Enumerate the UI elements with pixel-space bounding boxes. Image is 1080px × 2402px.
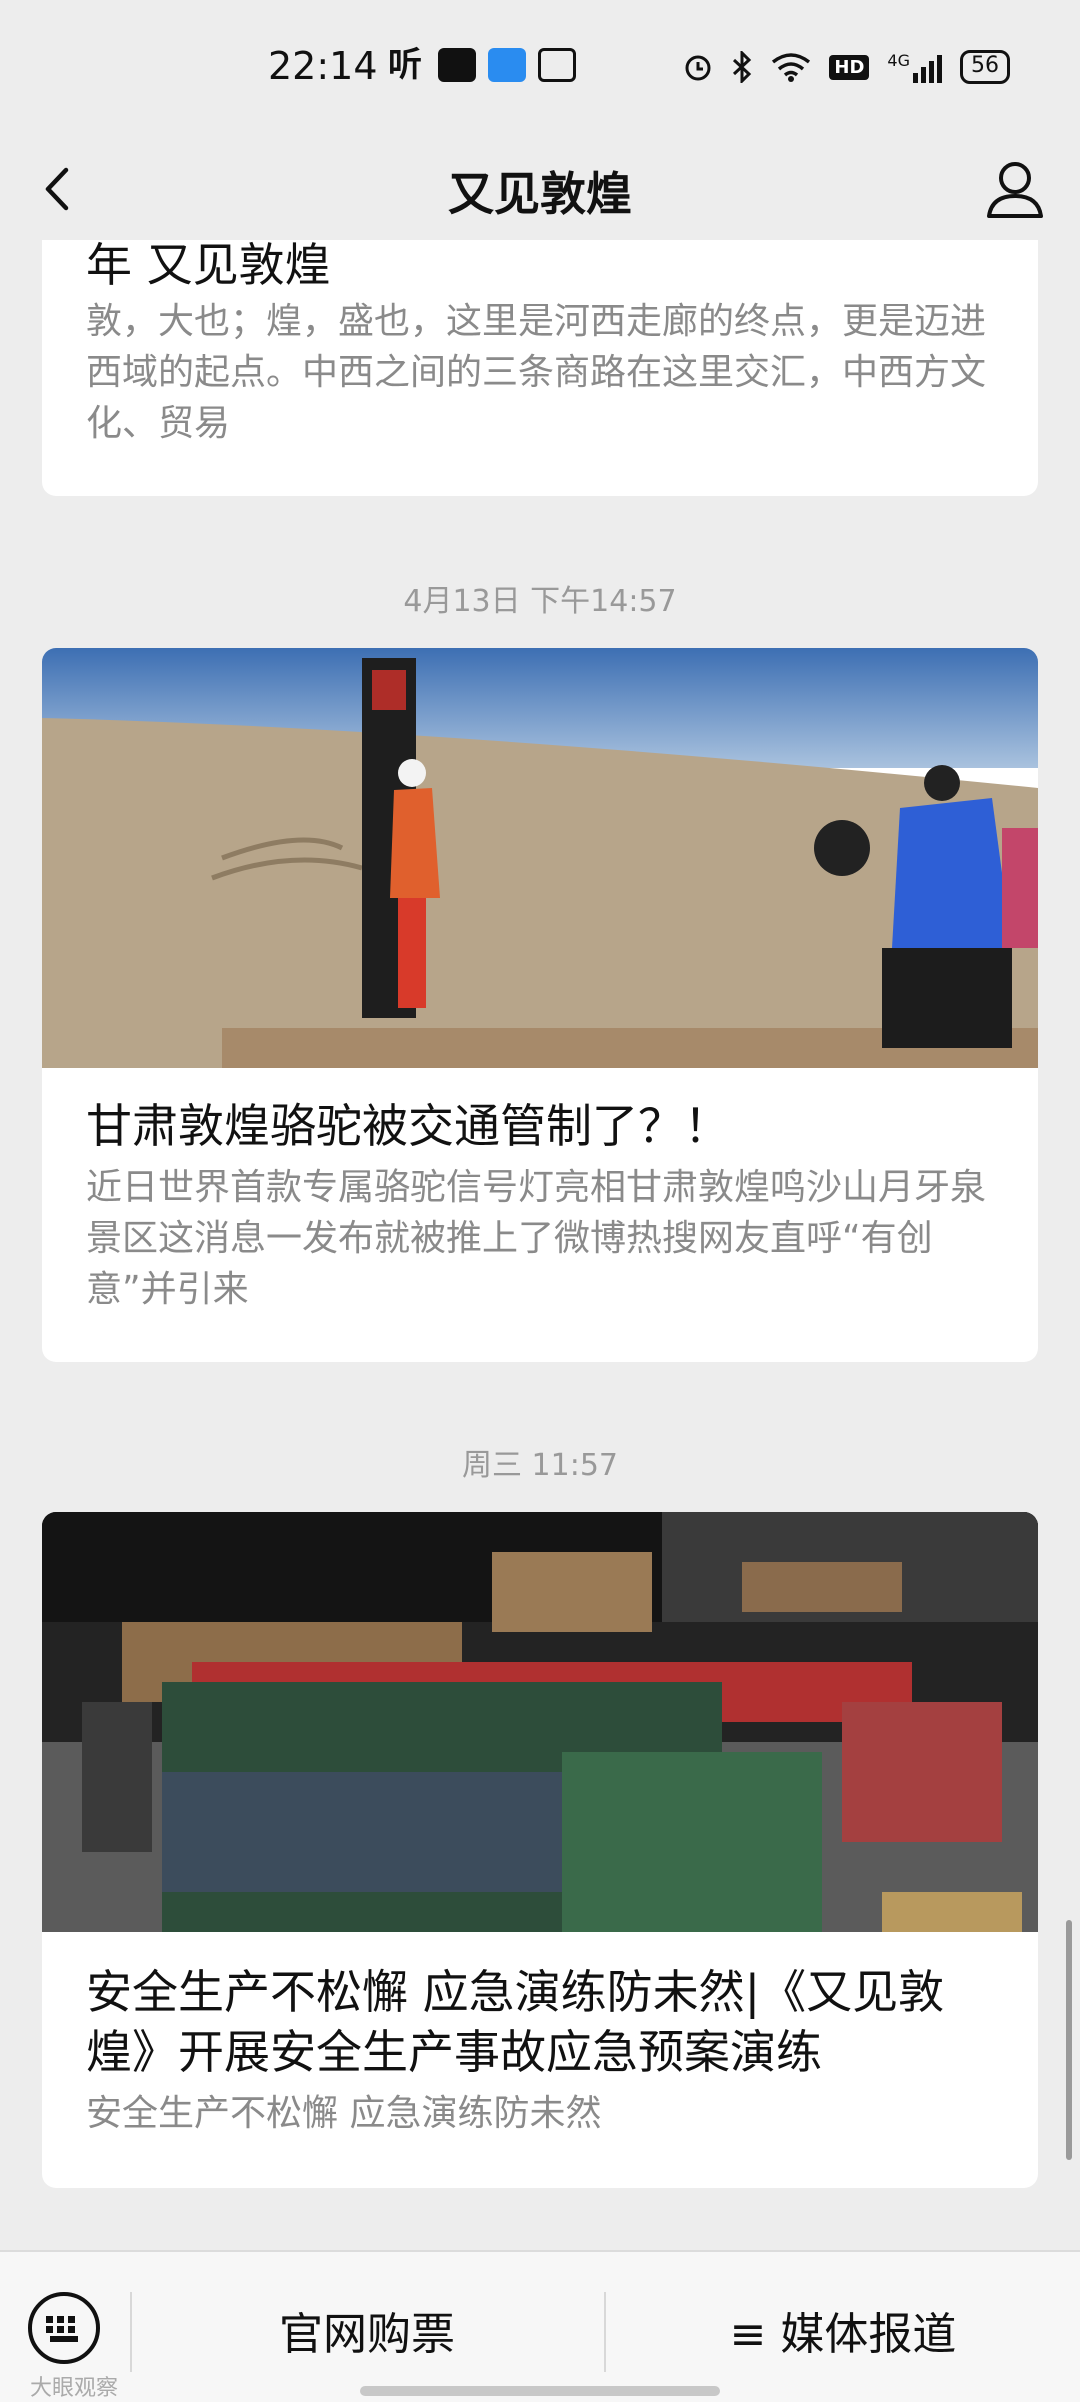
article-title: 甘肃敦煌骆驼被交通管制了？！ [86,1099,730,1153]
article-card-3[interactable]: 安全生产不松懈 应急演练防未然|《又见敦煌》开展安全生产事故应急预案演练 安全生… [42,1512,1038,2188]
media-reports-button[interactable]: ≡ 媒体报道 [606,2298,1080,2362]
bottom-menu: 官网购票 ≡ 媒体报道 大眼观察 [0,2250,1080,2402]
keyboard-icon[interactable] [28,2292,100,2364]
date-label: 4月13日 下午14:57 [403,584,677,619]
battery-indicator: 56 [960,50,1010,84]
status-bar: 22:14 听 HD 4G 56 [0,0,1080,140]
scrollbar[interactable] [1066,1920,1072,2160]
user-icon[interactable] [980,150,1050,230]
page-title: 又见敦煌 [448,167,632,221]
article-desc: 近日世界首款专属骆驼信号灯亮相甘肃敦煌鸣沙山月牙泉景区这消息一发布就被推上了微博… [86,1167,987,1310]
home-indicator[interactable] [360,2386,720,2396]
signal-icon: 4G [887,51,942,83]
article-image [42,648,1038,1068]
status-time: 22:14 [268,44,378,88]
wifi-icon [772,53,811,82]
tencent-icon [488,48,526,82]
article-desc: 敦，大也；煌，盛也，这里是河西走廊的终点，更是迈进西域的起点。中西之间的三条商路… [86,301,987,444]
iqiyi-icon [538,48,576,82]
nav-bar: 又见敦煌 [0,140,1080,240]
article-title: 年 又见敦煌 [86,240,331,292]
buy-ticket-button[interactable]: 官网购票 [132,2298,602,2362]
bluetooth-icon [733,51,752,83]
article-title: 安全生产不松懈 应急演练防未然|《又见敦煌》开展安全生产事故应急预案演练 [86,1965,945,2079]
alarm-icon [685,55,711,81]
hd-icon: HD [829,54,870,80]
listen-icon: 听 [388,45,422,85]
article-desc: 安全生产不松懈 应急演练防未然 [86,2093,602,2134]
article-image [42,1512,1038,1932]
tiktok-icon [438,48,476,82]
article-card-2[interactable]: 甘肃敦煌骆驼被交通管制了？！ 近日世界首款专属骆驼信号灯亮相甘肃敦煌鸣沙山月牙泉… [42,648,1038,1362]
watermark: 大眼观察 [30,2376,119,2401]
article-card-1[interactable]: 年 又见敦煌 敦，大也；煌，盛也，这里是河西走廊的终点，更是迈进西域的起点。中西… [42,240,1038,496]
date-label: 周三 11:57 [462,1448,618,1483]
